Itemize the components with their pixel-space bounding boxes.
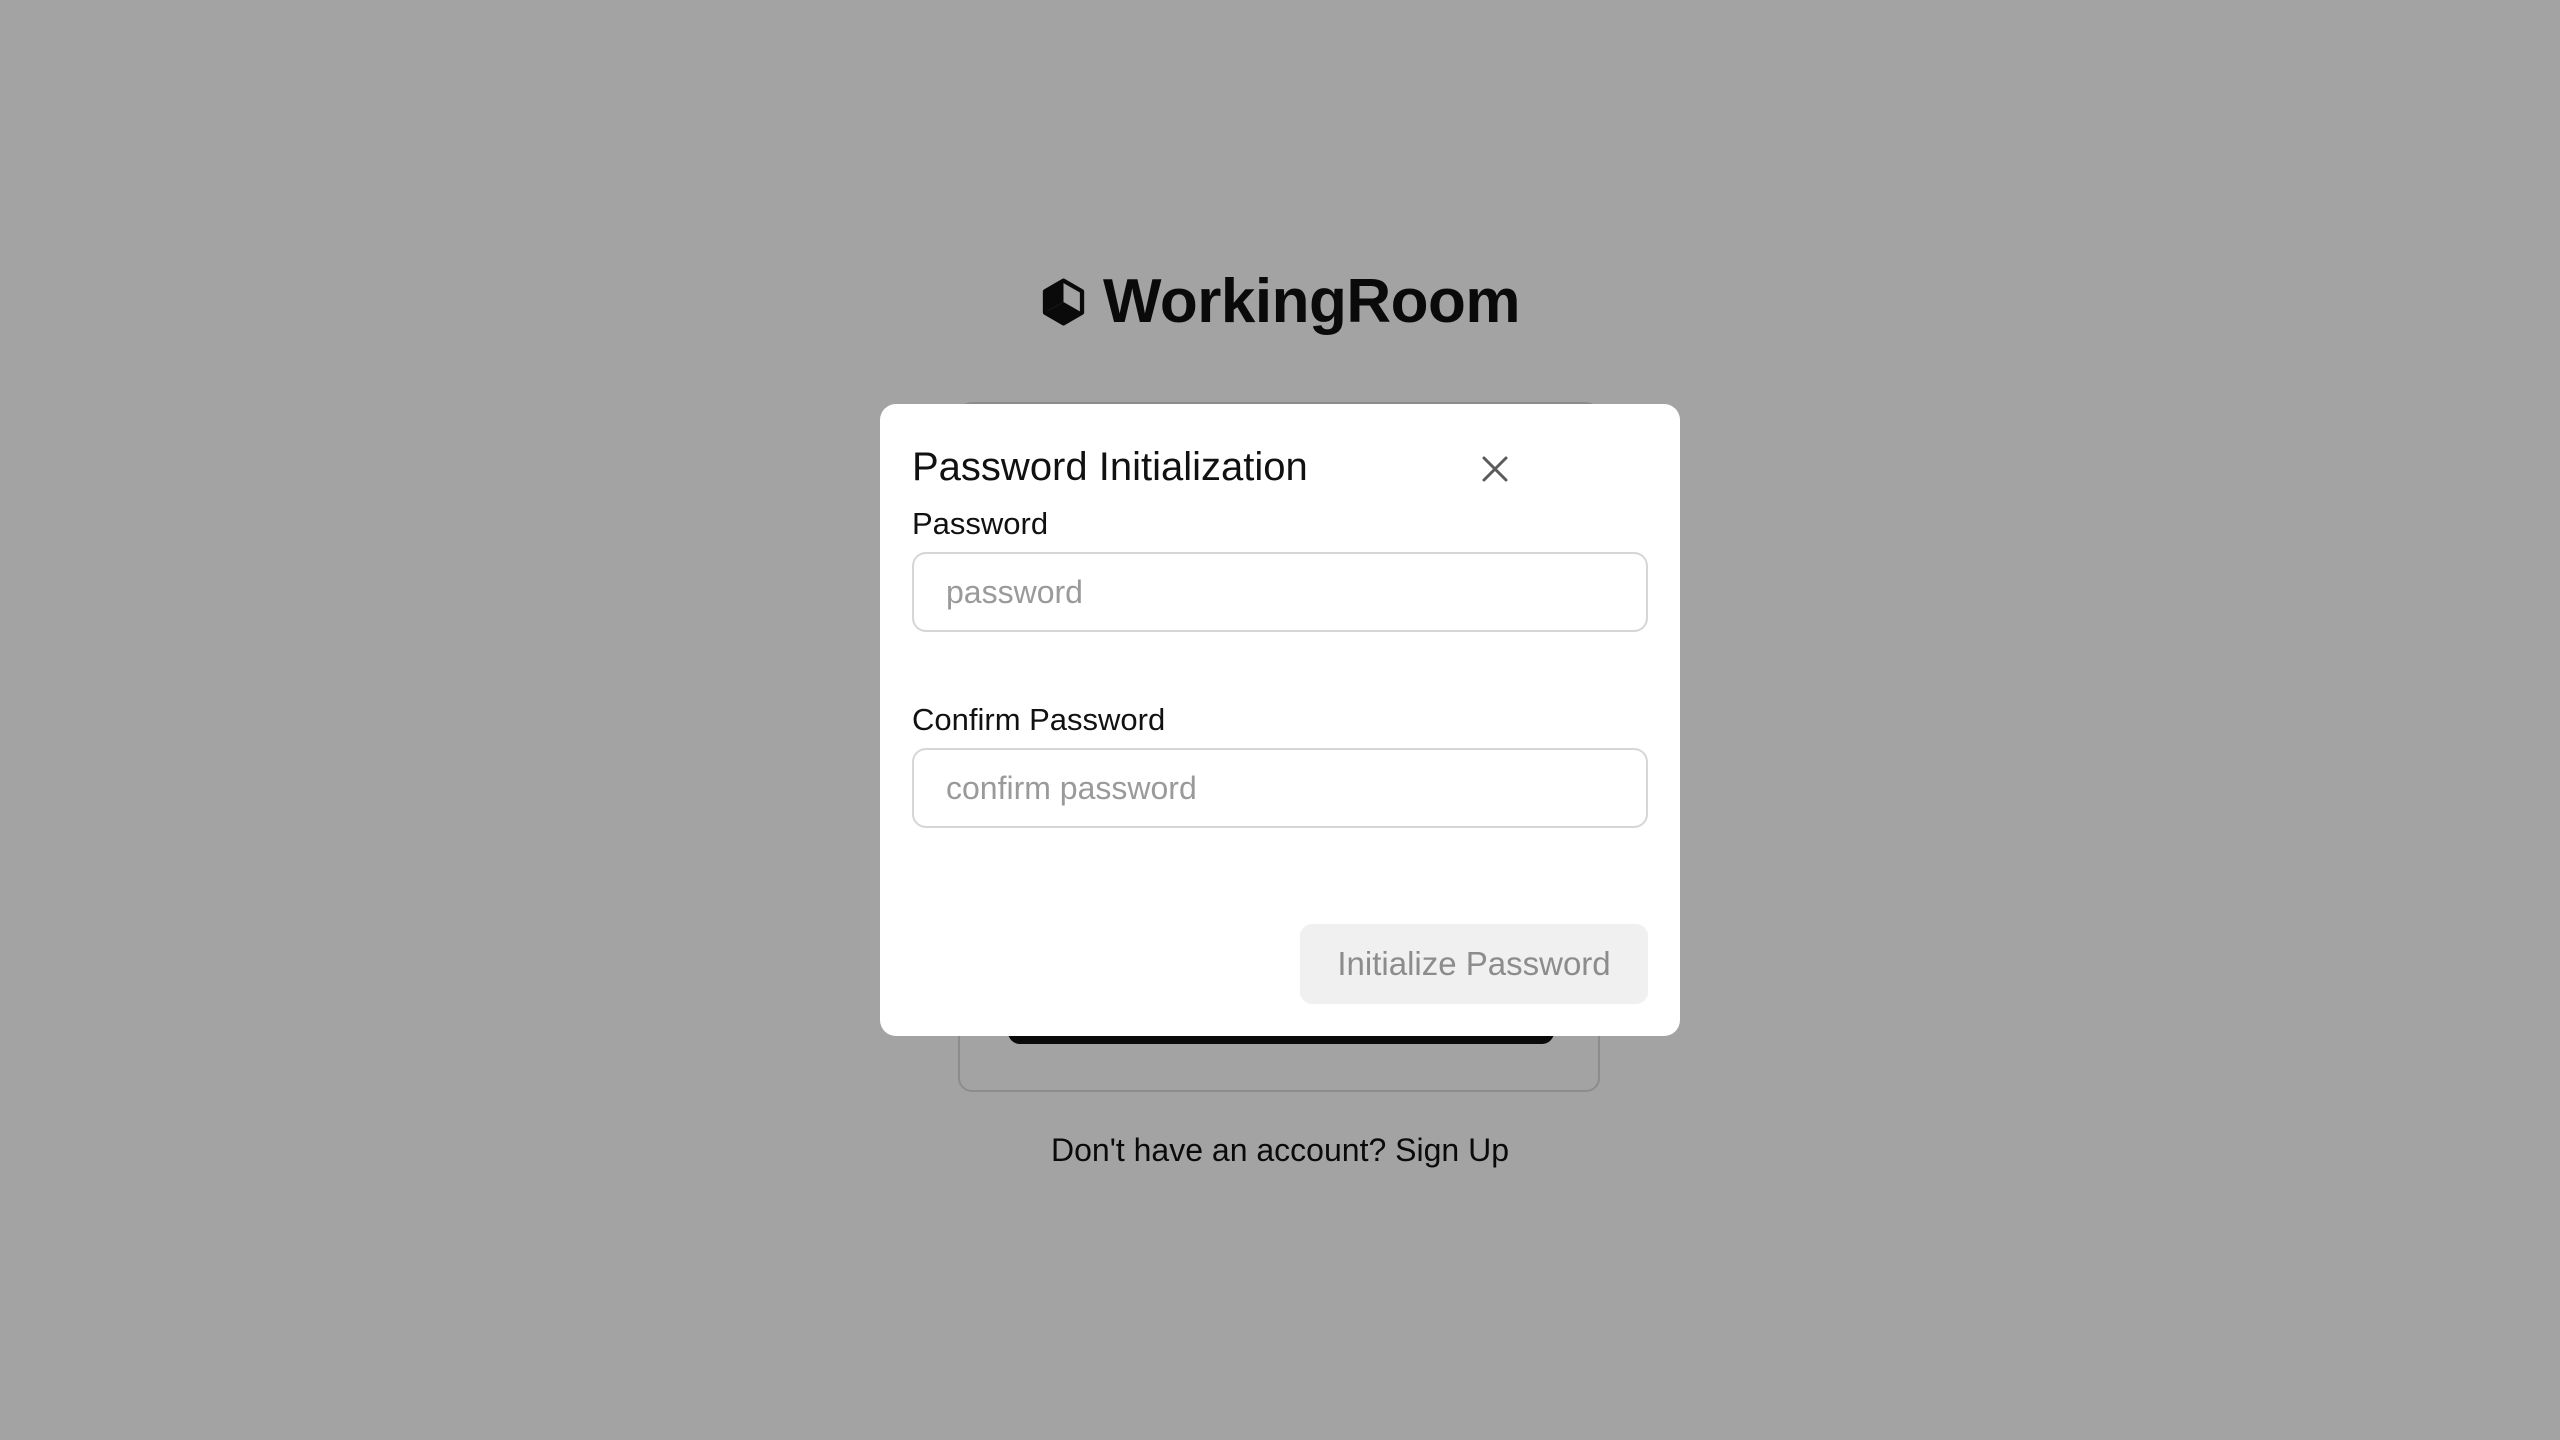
password-input[interactable] — [912, 552, 1648, 632]
password-label: Password — [912, 506, 1049, 541]
password-init-dialog: Password Initialization Password Confirm… — [880, 404, 1680, 1036]
confirm-password-input[interactable] — [912, 748, 1648, 828]
close-icon — [1482, 456, 1508, 482]
close-button[interactable] — [1470, 444, 1520, 494]
dialog-title: Password Initialization — [912, 445, 1308, 489]
confirm-password-label: Confirm Password — [912, 702, 1166, 737]
initialize-password-button[interactable]: Initialize Password — [1300, 924, 1648, 1004]
